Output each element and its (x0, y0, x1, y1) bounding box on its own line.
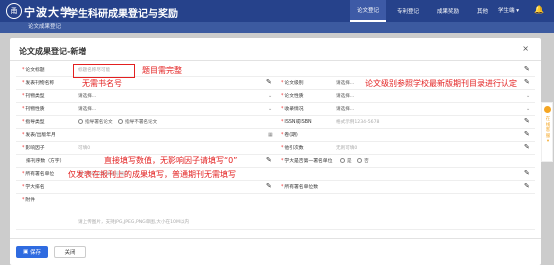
paper-level-select[interactable]: 请选择... (336, 77, 354, 90)
index-type-label: *收录情况 (281, 107, 304, 112)
journal-nature-select[interactable]: 请选择... (78, 103, 96, 116)
index-type-select[interactable]: 请选择... (336, 103, 354, 116)
close-icon[interactable]: × (522, 44, 529, 53)
nav-other[interactable]: 其他 (470, 0, 495, 22)
edit-pencil-icon[interactable]: ✎ (524, 117, 530, 125)
row-impact: *影响因子 可填0 *他引次数 无则可填0 ✎ (16, 142, 535, 155)
annotation-box (73, 64, 135, 78)
annotation-title: 题目需完整 (142, 66, 182, 75)
nav-achievement-awards[interactable]: 成果奖励 (430, 0, 466, 22)
edit-pencil-icon[interactable]: ✎ (266, 78, 272, 86)
paper-level-label: *论文级别 (281, 81, 304, 86)
row-rank: 排刊序数（方字） ✎ *学大是否第一署名单位 是 否 (16, 155, 535, 168)
radio-no[interactable] (357, 158, 363, 163)
bell-icon[interactable]: 🔔 (534, 5, 544, 14)
radio-advisor-signed[interactable] (78, 119, 83, 124)
paper-nature-label: *论文性质 (281, 94, 304, 99)
impact-input[interactable]: 可填0 (78, 142, 90, 155)
subtab-bar: 论文成果登记 (0, 22, 554, 33)
annotation-journal: 无需书名号 (82, 79, 122, 88)
school-logo: 甬 (6, 3, 22, 19)
edit-pencil-icon[interactable]: ✎ (524, 130, 530, 138)
edit-pencil-icon[interactable]: ✎ (524, 78, 530, 86)
nav-paper-registration[interactable]: 论文登记 (350, 0, 387, 22)
edit-pencil-icon[interactable]: ✎ (524, 143, 530, 151)
chevron-down-icon[interactable]: ⌄ (526, 103, 530, 116)
edit-pencil-icon[interactable]: ✎ (524, 182, 530, 190)
row-journal-nature: *刊物性质 请选择... ⌄ *收录情况 请选择... ⌄ (16, 103, 535, 116)
all-units-count-label: *所有署名单位数 (281, 185, 318, 190)
issn-input[interactable]: 格式示例1234-5678 (336, 116, 379, 129)
advisor-radio-group: 指导署名论文 指导不署名论文 (74, 116, 157, 129)
advisor-type-label: *指导类型 (22, 120, 45, 125)
paper-nature-select[interactable]: 请选择... (336, 90, 354, 103)
edit-pencil-icon[interactable]: ✎ (524, 65, 530, 73)
row-journal-type: *刊物类型 请选择... ⌄ *论文性质 请选择... ⌄ (16, 90, 535, 103)
subtab-paper[interactable]: 论文成果登记 (28, 22, 61, 33)
issn-label: *ISSN或ISBN (281, 120, 312, 125)
chevron-down-icon[interactable]: ⌄ (268, 103, 272, 116)
nav-patent-registration[interactable]: 专利登记 (390, 0, 426, 22)
volume-label: *卷(期) (281, 133, 298, 138)
row-school-units: *学大排名 ✎ *所有署名单位数 ✎ (16, 181, 535, 194)
first-author-school-label: *学大是否第一署名单位 (281, 159, 333, 164)
attachment-label: *附件 (22, 198, 36, 203)
service-label: 在线客服 ▾ (545, 117, 551, 144)
school-rank-label: *学大排名 (22, 185, 45, 190)
edit-pencil-icon[interactable]: ✎ (266, 156, 272, 164)
chevron-down-icon[interactable]: ⌄ (268, 90, 272, 103)
journal-type-label: *刊物类型 (22, 94, 45, 99)
rank-label: 排刊序数（方字） (26, 159, 65, 164)
calendar-icon[interactable]: ▦ (268, 129, 273, 142)
side-service-widget[interactable]: 在线客服 ▾ (541, 102, 553, 162)
save-button[interactable]: ▣ 保存 (16, 246, 48, 258)
annotation-level: 论文级别参照学校最新版期刊目录进行认定 (365, 79, 517, 88)
user-menu[interactable]: 学生端 ▾ (498, 6, 519, 14)
service-icon (544, 106, 551, 113)
modal-title: 论文成果登记-新增 (19, 47, 87, 56)
row-pub-date: *发表/出版年月 ▦ *卷(期) ✎ (16, 129, 535, 142)
impact-label: *影响因子 (22, 146, 45, 151)
edit-pencil-icon[interactable]: ✎ (266, 182, 272, 190)
close-button[interactable]: 关闭 (54, 246, 86, 258)
chevron-down-icon[interactable]: ⌄ (526, 90, 530, 103)
radio-advisor-unsigned[interactable] (118, 119, 124, 124)
annotation-impact: 直接填写数值，无影响因子请填写“0” (104, 156, 238, 165)
system-title: 学生科研成果登记与奖励 (68, 9, 178, 20)
paper-registration-modal: 论文成果登记-新增 × *论文标题 标题名称尽可能 ✎ *发表刊物名称 ✎ *论… (10, 38, 541, 265)
school-name: 宁波大学 (24, 6, 72, 19)
citations-label: *他引次数 (281, 146, 304, 151)
modal-footer: ▣ 保存 关闭 (10, 238, 541, 265)
save-icon: ▣ (23, 249, 30, 255)
citations-input[interactable]: 无则可填0 (336, 142, 357, 155)
journal-nature-label: *刊物性质 (22, 107, 45, 112)
attachment-upload[interactable]: 请上传图片，支持JPG,JPEG,PNG单图,大小在10M以内 (78, 216, 189, 229)
journal-name-label: *发表刊物名称 (22, 81, 55, 86)
edit-pencil-icon[interactable]: ✎ (524, 169, 530, 177)
row-advisor-type: *指导类型 指导署名论文 指导不署名论文 *ISSN或ISBN 格式示例1234… (16, 116, 535, 129)
annotation-rank: 仅发表在报刊上的成果填写，普通期刊无需填写 (68, 170, 236, 179)
radio-yes[interactable] (340, 158, 345, 163)
first-author-radio-group: 是 否 (336, 155, 369, 168)
pub-date-label: *发表/出版年月 (22, 133, 56, 138)
paper-title-label: *论文标题 (22, 68, 45, 73)
journal-type-select[interactable]: 请选择... (78, 90, 96, 103)
units-label: *所有署名单位 (22, 172, 55, 177)
divider (10, 60, 541, 61)
row-attachment: *附件 请上传图片，支持JPG,JPEG,PNG单图,大小在10M以内 (16, 194, 535, 230)
top-bar: 甬 宁波大学 学生科研成果登记与奖励 论文登记 专利登记 成果奖励 其他 学生端… (0, 0, 554, 22)
